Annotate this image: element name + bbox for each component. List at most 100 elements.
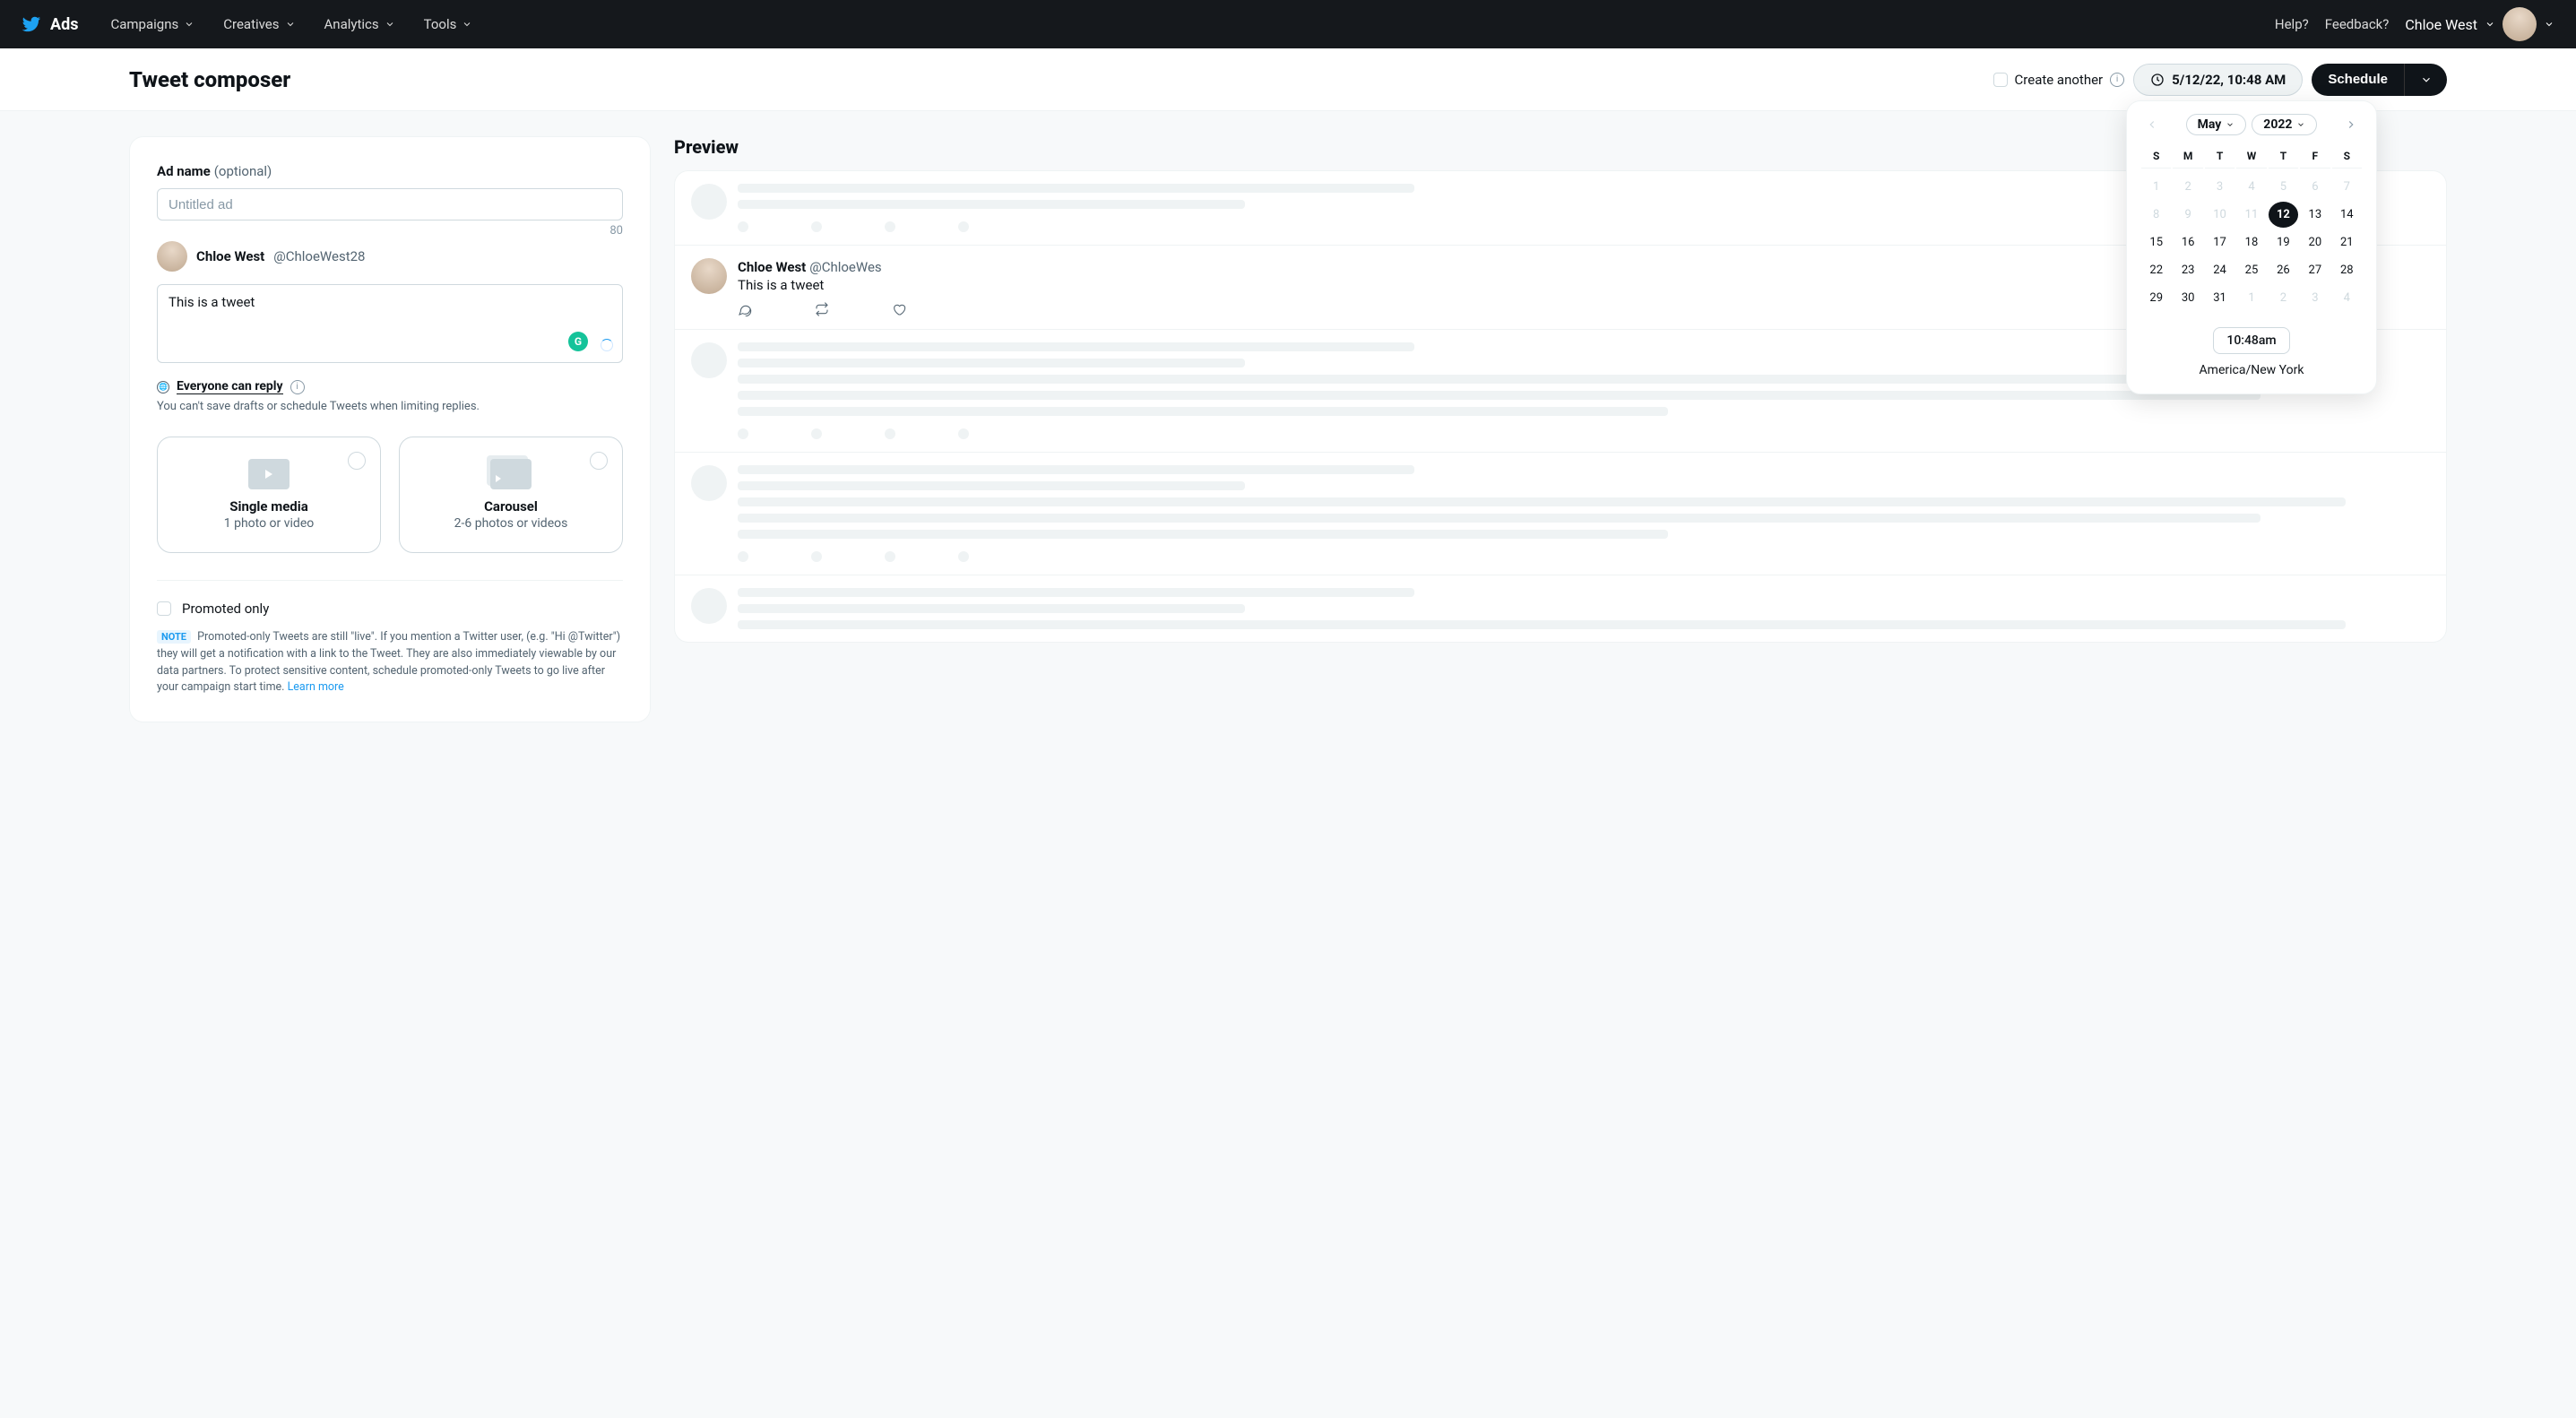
- calendar-day: 8: [2141, 202, 2171, 228]
- schedule-dropdown-button[interactable]: [2404, 64, 2447, 96]
- calendar-day[interactable]: 23: [2173, 257, 2202, 283]
- calendar-dow: T: [2269, 144, 2298, 169]
- calendar-popover: May 2022 SMTWTFS123456789101112131415161…: [2126, 100, 2377, 394]
- subheader-actions: Create another i 5/12/22, 10:48 AM Sched…: [1993, 64, 2576, 96]
- reply-icon[interactable]: [738, 302, 752, 316]
- help-link[interactable]: Help?: [2275, 16, 2309, 32]
- media-title: Carousel: [484, 498, 538, 514]
- feedback-link[interactable]: Feedback?: [2325, 16, 2390, 32]
- calendar-time-row: 10:48am: [2141, 327, 2362, 354]
- avatar: [2503, 7, 2537, 41]
- spinner-icon: [601, 339, 613, 351]
- nav-tools[interactable]: Tools: [411, 0, 486, 48]
- media-option-single[interactable]: Single media 1 photo or video: [157, 437, 381, 553]
- calendar-day[interactable]: 29: [2141, 285, 2171, 311]
- nav-campaigns[interactable]: Campaigns: [98, 0, 207, 48]
- media-option-carousel[interactable]: Carousel 2-6 photos or videos: [399, 437, 623, 553]
- ad-name-row: Ad name (optional): [157, 162, 623, 179]
- ad-name-label: Ad name: [157, 163, 211, 179]
- chevron-down-icon: [2544, 19, 2554, 30]
- calendar-day: 1: [2236, 285, 2266, 311]
- skeleton-item: [675, 575, 2446, 642]
- create-another-toggle[interactable]: Create another i: [1993, 72, 2125, 88]
- calendar-day: 1: [2141, 174, 2171, 200]
- info-icon: i: [290, 380, 305, 394]
- calendar-day: 3: [2300, 285, 2330, 311]
- nav-analytics[interactable]: Analytics: [312, 0, 408, 48]
- calendar-day: 10: [2205, 202, 2235, 228]
- grammarly-icon[interactable]: G: [568, 332, 588, 351]
- reply-note: You can't save drafts or schedule Tweets…: [157, 400, 623, 413]
- account-menu[interactable]: Chloe West: [2405, 7, 2554, 41]
- calendar-dow: M: [2173, 144, 2202, 169]
- skeleton-avatar: [691, 184, 727, 220]
- calendar-day[interactable]: 24: [2205, 257, 2235, 283]
- tweet-text-input[interactable]: This is a tweet G: [157, 284, 623, 363]
- calendar-month-select[interactable]: May: [2186, 114, 2247, 135]
- ad-name-input[interactable]: [157, 188, 623, 220]
- calendar-day: 2: [2269, 285, 2298, 311]
- ad-name-optional: (optional): [214, 163, 272, 179]
- year-label: 2022: [2263, 117, 2292, 132]
- calendar-day[interactable]: 26: [2269, 257, 2298, 283]
- calendar-day[interactable]: 27: [2300, 257, 2330, 283]
- promoted-only-toggle[interactable]: Promoted only: [157, 601, 623, 617]
- calendar-day[interactable]: 13: [2300, 202, 2330, 228]
- calendar-day[interactable]: 15: [2141, 229, 2171, 255]
- calendar-day[interactable]: 20: [2300, 229, 2330, 255]
- calendar-day[interactable]: 12: [2269, 202, 2298, 228]
- composer-card: Ad name (optional) 80 Chloe West @ChloeW…: [129, 136, 651, 722]
- clock-icon: [2150, 73, 2165, 87]
- calendar-day[interactable]: 22: [2141, 257, 2171, 283]
- calendar-day[interactable]: 25: [2236, 257, 2266, 283]
- schedule-button[interactable]: Schedule: [2312, 64, 2404, 96]
- calendar-day[interactable]: 19: [2269, 229, 2298, 255]
- calendar-day[interactable]: 21: [2332, 229, 2362, 255]
- nav-label: Campaigns: [110, 16, 178, 32]
- calendar-day: 4: [2236, 174, 2266, 200]
- scheduled-datetime-button[interactable]: 5/12/22, 10:48 AM: [2133, 64, 2303, 96]
- note-tag: NOTE: [157, 630, 191, 644]
- checkbox-icon: [157, 601, 171, 616]
- nav-label: Creatives: [223, 16, 279, 32]
- calendar-year-select[interactable]: 2022: [2252, 114, 2317, 135]
- avatar: [157, 241, 187, 272]
- checkbox-icon: [1993, 73, 2008, 87]
- info-icon: i: [2110, 73, 2124, 87]
- retweet-icon[interactable]: [815, 302, 829, 316]
- calendar-day[interactable]: 28: [2332, 257, 2362, 283]
- calendar-prev-button[interactable]: [2141, 114, 2163, 135]
- calendar-dow: S: [2141, 144, 2171, 169]
- calendar-day[interactable]: 17: [2205, 229, 2235, 255]
- calendar-day[interactable]: 31: [2205, 285, 2235, 311]
- calendar-day[interactable]: 14: [2332, 202, 2362, 228]
- preview-author-handle: @ChloeWes: [809, 259, 881, 275]
- like-icon[interactable]: [892, 302, 906, 316]
- promoted-note: NOTE Promoted-only Tweets are still "liv…: [157, 629, 623, 696]
- nav-creatives[interactable]: Creatives: [211, 0, 307, 48]
- calendar-day[interactable]: 18: [2236, 229, 2266, 255]
- radio-icon: [590, 452, 608, 470]
- calendar-day[interactable]: 30: [2173, 285, 2202, 311]
- learn-more-link[interactable]: Learn more: [288, 680, 344, 694]
- product-label: Ads: [50, 15, 78, 34]
- calendar-dow: T: [2205, 144, 2235, 169]
- chevron-down-icon: [184, 19, 194, 30]
- top-nav: Ads Campaigns Creatives Analytics Tools …: [0, 0, 2576, 48]
- calendar-timezone: America/New York: [2141, 363, 2362, 377]
- chevron-down-icon: [385, 19, 395, 30]
- primary-nav: Campaigns Creatives Analytics Tools: [98, 0, 485, 48]
- globe-icon: 🌐: [157, 381, 169, 393]
- author-name: Chloe West: [196, 248, 264, 264]
- calendar-next-button[interactable]: [2340, 114, 2362, 135]
- calendar-day[interactable]: 16: [2173, 229, 2202, 255]
- calendar-dow: F: [2300, 144, 2330, 169]
- logo-area[interactable]: Ads: [22, 14, 78, 34]
- reply-settings-button[interactable]: Everyone can reply: [177, 379, 283, 394]
- calendar-time-button[interactable]: 10:48am: [2213, 327, 2289, 354]
- note-body: Promoted-only Tweets are still "live". I…: [157, 630, 620, 694]
- nav-right: Help? Feedback? Chloe West: [2275, 7, 2554, 41]
- preview-author-name: Chloe West: [738, 259, 806, 275]
- nav-label: Analytics: [324, 16, 379, 32]
- media-subtitle: 1 photo or video: [224, 516, 315, 531]
